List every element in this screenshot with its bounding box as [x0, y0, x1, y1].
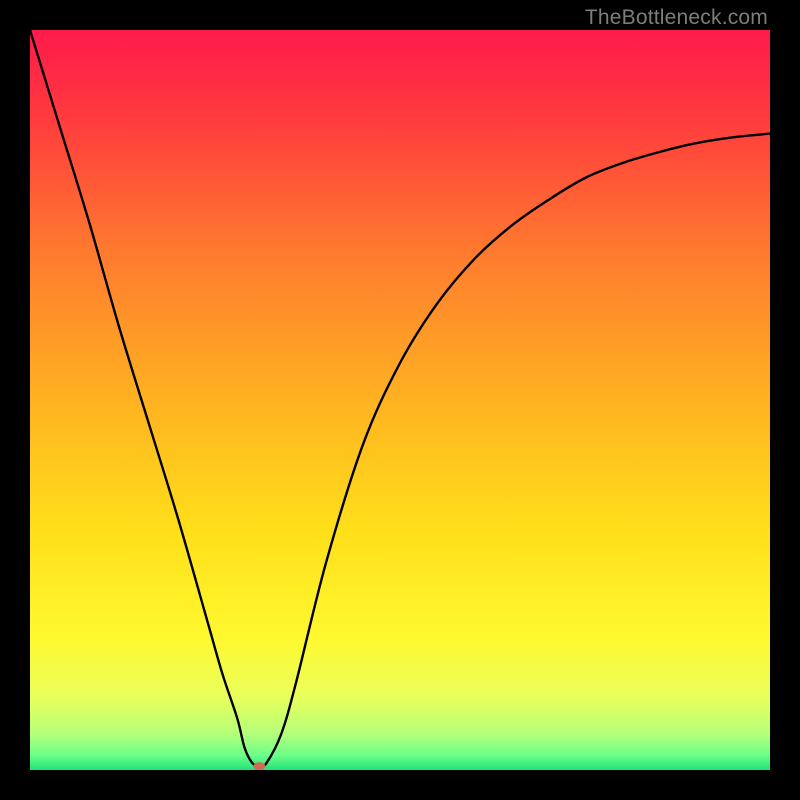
watermark-text: TheBottleneck.com — [585, 6, 768, 30]
bottleneck-curve — [30, 30, 770, 767]
minimum-marker — [253, 762, 265, 770]
chart-frame: TheBottleneck.com — [0, 0, 800, 800]
curve-layer — [30, 30, 770, 770]
plot-area — [30, 30, 770, 770]
